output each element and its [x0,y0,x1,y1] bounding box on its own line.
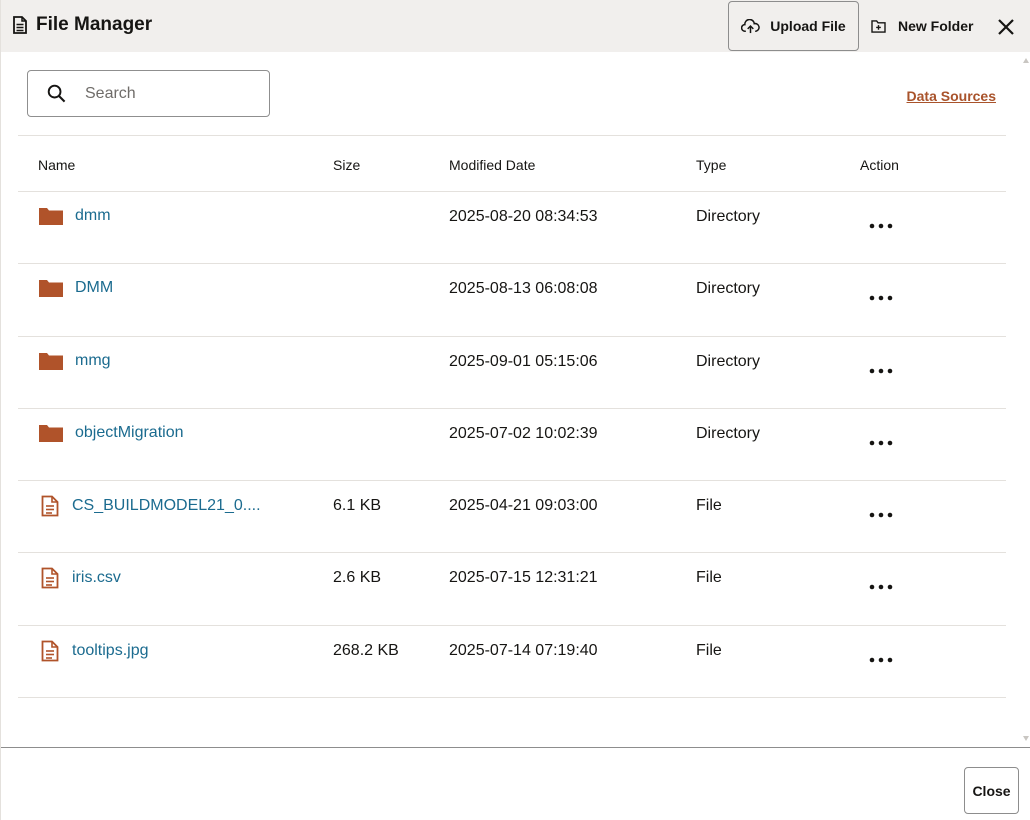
file-type: File [696,569,722,587]
column-header-name[interactable]: Name [38,157,75,173]
file-icon [41,640,59,662]
new-folder-label: New Folder [898,18,974,34]
name-cell: mmg [38,351,111,371]
file-type: Directory [696,352,761,370]
name-cell: CS_BUILDMODEL21_0.... [38,495,261,517]
row-actions-button[interactable] [866,650,896,670]
column-header-action: Action [860,157,899,173]
data-sources-link[interactable]: Data Sources [907,88,996,104]
folder-icon [39,352,63,370]
document-icon [13,16,27,34]
file-name-link[interactable]: dmm [75,207,111,225]
search-input[interactable] [83,83,247,104]
search-icon [47,84,66,103]
file-size: 2.6 KB [333,569,382,587]
add-folder-icon [871,19,886,33]
name-cell: DMM [38,278,113,298]
name-cell: iris.csv [38,567,121,589]
table-row[interactable]: tooltips.jpg 268.2 KB 2025-07-14 07:19:4… [18,626,1006,699]
file-name-link[interactable]: tooltips.jpg [72,642,149,660]
scroll-down-arrow[interactable] [1023,736,1029,741]
folder-icon [39,208,63,225]
modified-date: 2025-08-13 06:08:08 [449,280,598,298]
file-type: File [696,497,722,515]
file-size: 6.1 KB [333,497,382,515]
more-icon [869,440,893,446]
table-row[interactable]: DMM 2025-08-13 06:08:08 Directory [18,264,1006,337]
upload-file-label: Upload File [770,18,846,34]
more-icon [869,512,893,518]
scroll-up-arrow[interactable] [1023,58,1029,63]
row-actions-button[interactable] [866,361,896,381]
name-cell: dmm [38,206,111,226]
file-type: File [696,641,722,659]
name-cell: objectMigration [38,423,184,443]
modified-date: 2025-08-20 08:34:53 [449,208,598,225]
modified-date: 2025-07-15 12:31:21 [449,569,598,587]
table-row[interactable]: mmg 2025-09-01 05:15:06 Directory [18,337,1006,409]
file-name-link[interactable]: mmg [75,352,111,370]
file-manager-dialog: File Manager Upload File New Folder Sear… [0,0,1030,820]
name-cell: tooltips.jpg [38,640,149,662]
footer-divider [1,747,1030,748]
more-icon [869,368,893,373]
row-actions-button[interactable] [866,216,896,236]
file-icon [41,568,59,589]
file-type: Directory [696,280,761,298]
more-icon [869,223,893,229]
more-icon [869,295,893,301]
file-name-link[interactable]: CS_BUILDMODEL21_0.... [72,497,261,515]
row-actions-button[interactable] [866,433,896,453]
file-name-link[interactable]: DMM [75,279,113,297]
row-actions-button[interactable] [866,577,896,597]
table-row[interactable]: CS_BUILDMODEL21_0.... 6.1 KB 2025-04-21 … [18,481,1006,554]
folder-icon [39,424,63,442]
row-actions-button[interactable] [866,288,896,308]
folder-icon [39,280,63,298]
close-button[interactable]: Close [964,767,1019,814]
row-actions-button[interactable] [866,505,896,525]
dialog-header: File Manager Upload File New Folder [1,0,1030,52]
table-row[interactable]: iris.csv 2.6 KB 2025-07-15 12:31:21 File [18,553,1006,626]
modified-date: 2025-07-02 10:02:39 [449,424,598,442]
column-header-modified-date[interactable]: Modified Date [449,157,535,173]
file-type: Directory [696,208,761,225]
table-row[interactable]: objectMigration 2025-07-02 10:02:39 Dire… [18,409,1006,482]
search-box[interactable] [27,70,270,117]
modified-date: 2025-04-21 09:03:00 [449,497,598,515]
more-icon [869,657,893,663]
file-name-link[interactable]: iris.csv [72,569,121,587]
file-type: Directory [696,424,761,442]
file-icon [41,495,59,517]
column-header-size[interactable]: Size [333,157,360,173]
more-icon [869,585,893,590]
new-folder-button[interactable]: New Folder [867,1,977,51]
title-wrap: File Manager [13,14,152,36]
modified-date: 2025-07-14 07:19:40 [449,641,598,659]
dialog-title: File Manager [36,14,153,35]
file-size: 268.2 KB [333,641,399,659]
upload-file-button[interactable]: Upload File [728,1,859,51]
cloud-upload-icon [741,18,761,33]
table-row[interactable]: dmm 2025-08-20 08:34:53 Directory [18,192,1006,265]
table-header: Name Size Modified Date Type Action [18,135,1006,192]
close-icon[interactable] [995,16,1017,38]
column-header-type[interactable]: Type [696,157,726,173]
file-name-link[interactable]: objectMigration [75,424,184,442]
modified-date: 2025-09-01 05:15:06 [449,352,598,370]
file-table: Name Size Modified Date Type Action dmm … [18,135,1006,699]
